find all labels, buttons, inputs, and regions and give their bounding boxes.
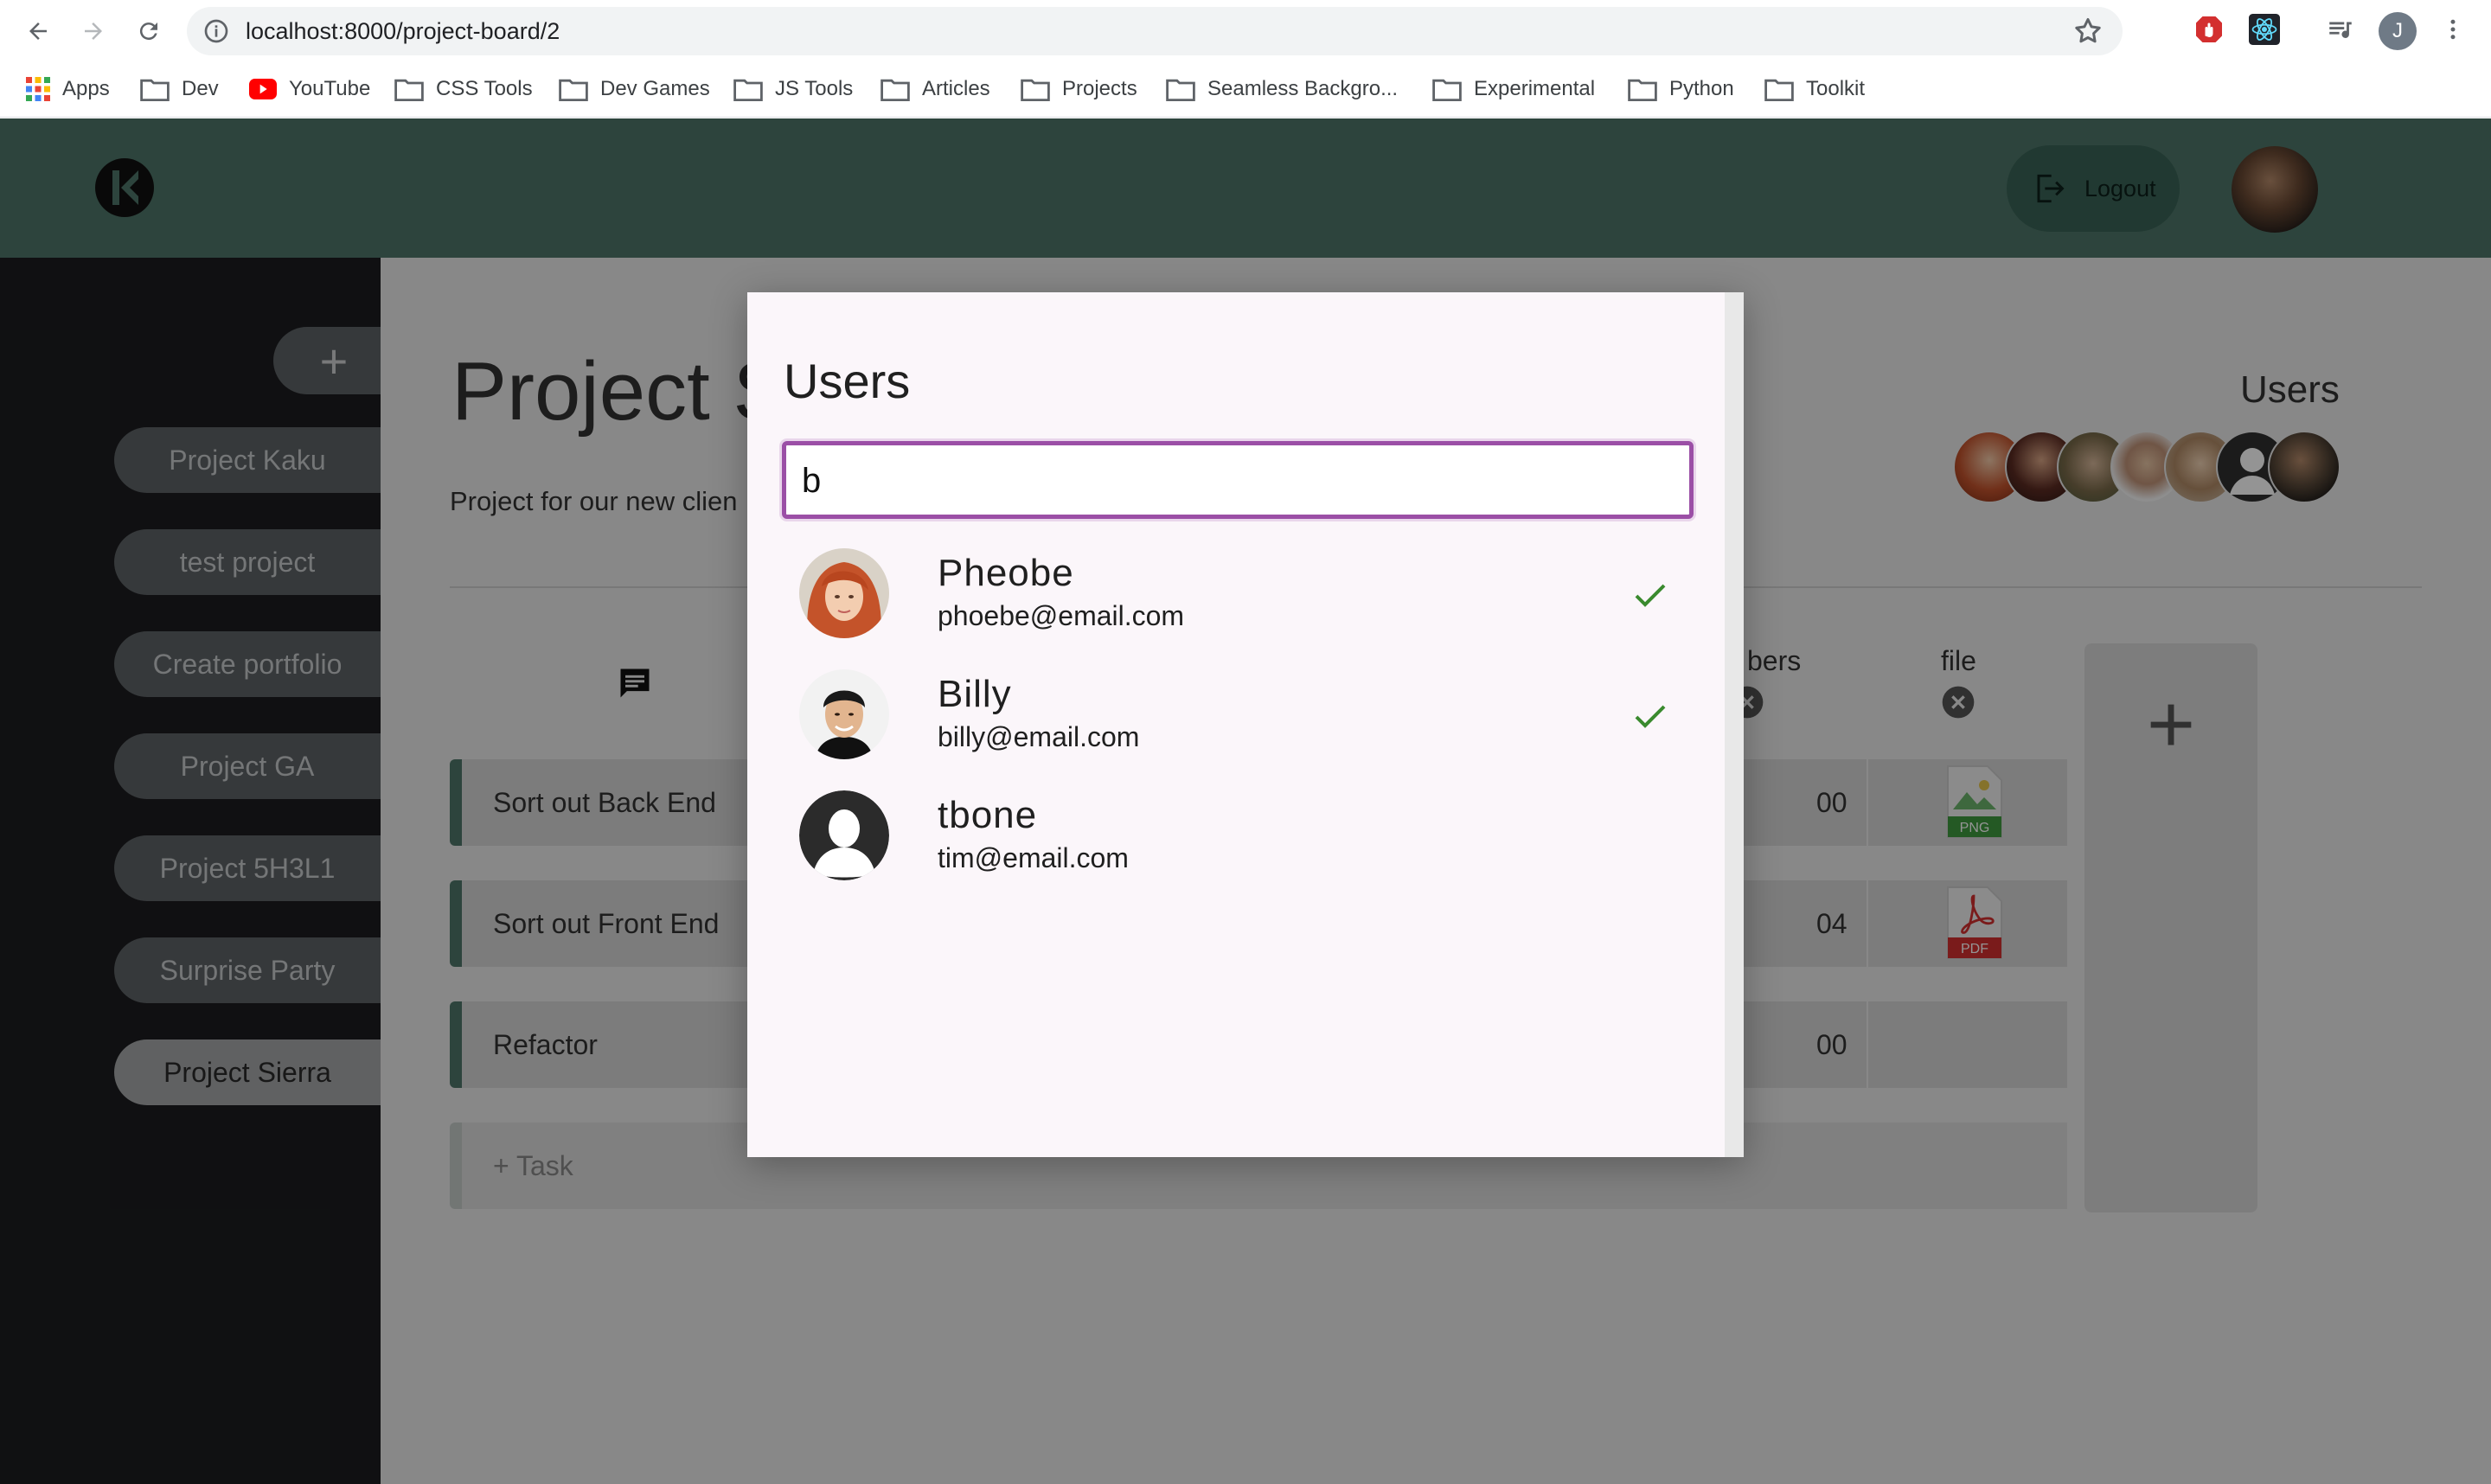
folder-icon [559,79,588,101]
folder-icon [733,79,763,101]
users-dialog: Users Pheobe phoebe@email.com [747,292,1744,1157]
avatar [799,669,889,759]
info-icon[interactable] [202,17,230,45]
folder-icon [880,79,910,101]
bookmark-label: YouTube [289,77,371,100]
user-name: Billy [938,673,1012,715]
folder-icon [1166,79,1195,101]
check-icon [1635,584,1666,607]
user-email: phoebe@email.com [938,600,1185,631]
bookmark-dev[interactable]: Dev [140,67,219,111]
bookmark-seamless-backgrounds[interactable]: Seamless Backgro... [1166,67,1398,111]
dialog-scrollbar[interactable] [1725,292,1744,1157]
bookmark-projects[interactable]: Projects [1021,67,1137,111]
check-icon [1635,705,1666,728]
bookmark-label: Python [1669,77,1734,100]
browser-chrome: localhost:8000/project-board/2 J Apps De… [0,0,2491,118]
user-list-item[interactable]: tbone tim@email.com [782,780,1699,892]
browser-profile-avatar[interactable]: J [2379,12,2417,50]
url-text: localhost:8000/project-board/2 [246,18,560,44]
bookmark-label: CSS Tools [436,77,533,100]
user-list-item[interactable]: Pheobe phoebe@email.com [782,538,1699,650]
back-icon[interactable] [17,10,59,52]
bookmark-python[interactable]: Python [1628,67,1734,111]
bookmark-label: Articles [922,77,990,100]
user-search-field[interactable] [782,441,1694,519]
folder-icon [1764,79,1794,101]
default-user-icon [799,790,889,880]
folder-icon [1628,79,1657,101]
bookmark-label: Projects [1062,77,1137,100]
user-email: tim@email.com [938,842,1129,873]
bookmarks-bar: Apps Dev YouTube CSS Tools Dev Games JS … [0,67,2491,111]
forward-icon[interactable] [73,10,114,52]
bookmark-label: JS Tools [775,77,854,100]
bookmark-js-tools[interactable]: JS Tools [733,67,853,111]
avatar [799,548,889,638]
media-queue-icon[interactable] [2323,12,2358,47]
address-bar[interactable]: localhost:8000/project-board/2 [187,7,2123,55]
user-list-item[interactable]: Billy billy@email.com [782,659,1699,771]
folder-icon [1432,79,1462,101]
bookmark-apps[interactable]: Apps [26,67,110,111]
bookmark-articles[interactable]: Articles [880,67,990,111]
youtube-icon [249,79,277,99]
adblock-extension-icon[interactable] [2192,12,2226,47]
menu-kebab-icon[interactable] [2436,12,2470,47]
bookmark-label: Seamless Backgro... [1207,77,1399,100]
dialog-title: Users [784,354,911,408]
apps-grid-icon [26,77,50,101]
bookmark-toolkit[interactable]: Toolkit [1764,67,1865,111]
bookmark-label: Toolkit [1806,77,1866,100]
folder-icon [394,79,424,101]
avatar [799,790,889,880]
user-search-input[interactable] [800,454,1668,508]
user-name: tbone [938,794,1038,836]
user-email: billy@email.com [938,721,1140,752]
bookmark-label: Dev [182,77,219,100]
bookmark-label: Dev Games [600,77,710,100]
bookmark-label: Experimental [1474,77,1596,100]
bookmark-star-icon[interactable] [2072,16,2104,47]
bookmark-youtube[interactable]: YouTube [249,67,370,111]
bookmark-css-tools[interactable]: CSS Tools [394,67,533,111]
bookmark-label: Apps [62,77,110,100]
reload-icon[interactable] [128,10,170,52]
folder-icon [140,79,170,101]
bookmark-experimental[interactable]: Experimental [1432,67,1595,111]
user-name: Pheobe [938,552,1074,594]
bookmark-dev-games[interactable]: Dev Games [559,67,710,111]
folder-icon [1021,79,1050,101]
react-devtools-icon[interactable] [2247,12,2282,47]
